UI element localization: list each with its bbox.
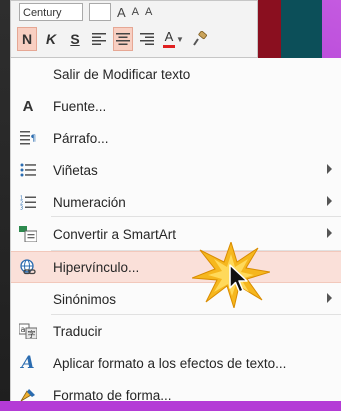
menu-item-hyperlink[interactable]: Hipervínculo...: [11, 251, 341, 283]
svg-text:字: 字: [28, 329, 36, 339]
svg-text:3: 3: [20, 205, 23, 210]
font-size-box[interactable]: [89, 3, 111, 21]
smartart-icon-svg: [19, 226, 37, 242]
toolbar-row-font: Century A A A: [19, 1, 152, 23]
bullets-icon-svg: [20, 163, 36, 177]
menu-item-bullets[interactable]: Viñetas: [11, 154, 341, 186]
menu-item-text-effects[interactable]: A Aplicar formato a los efectos de texto…: [11, 347, 341, 379]
format-shape-icon: [11, 379, 45, 411]
align-right-icon: [140, 33, 154, 45]
menu-item-synonyms[interactable]: Sinónimos: [11, 283, 341, 315]
menu-item-exit-edit-text[interactable]: Salir de Modificar texto: [11, 58, 341, 90]
context-menu: Salir de Modificar texto A Fuente... ¶ P…: [10, 58, 341, 403]
mini-toolbar: Century A A A N K S A ▼: [10, 0, 258, 58]
submenu-arrow-icon: [327, 228, 332, 238]
font-color-swatch: [163, 44, 175, 48]
submenu-arrow-icon: [327, 293, 332, 303]
menu-item-label: Convertir a SmartArt: [53, 226, 177, 242]
submenu-arrow-icon: [327, 164, 332, 174]
grow-font-icon[interactable]: A: [117, 5, 126, 20]
bullets-icon: [11, 154, 45, 186]
menu-item-label: Aplicar formato a los efectos de texto..…: [53, 355, 287, 371]
hyperlink-icon-svg: [20, 259, 36, 275]
menu-item-translate[interactable]: a 字 Traducir: [11, 315, 341, 347]
menu-item-label: Fuente...: [53, 98, 107, 114]
font-color-letter: A: [164, 28, 174, 44]
clear-format-icon[interactable]: A: [145, 6, 152, 18]
menu-icon-cell: [11, 283, 45, 315]
svg-text:a: a: [21, 325, 26, 334]
numbering-icon-svg: 1 2 3: [20, 195, 36, 210]
menu-item-label: Traducir: [53, 323, 103, 339]
underline-button[interactable]: S: [65, 27, 85, 51]
numbering-icon: 1 2 3: [11, 186, 45, 218]
menu-item-smartart[interactable]: Convertir a SmartArt: [11, 218, 341, 250]
menu-item-font[interactable]: A Fuente...: [11, 90, 341, 122]
font-icon: A: [11, 90, 45, 122]
mouse-cursor-icon: [229, 264, 248, 293]
shrink-font-icon[interactable]: A: [132, 6, 139, 18]
chevron-down-icon[interactable]: ▼: [176, 35, 184, 44]
font-color-button[interactable]: A ▼: [161, 27, 186, 51]
align-right-button[interactable]: [137, 27, 157, 51]
text-effects-glyph: A: [21, 353, 35, 373]
slide-shape-red: [255, 0, 281, 58]
translate-icon: a 字: [11, 315, 45, 347]
menu-item-label: Numeración: [53, 194, 126, 210]
menu-item-label: Hipervínculo...: [53, 259, 140, 275]
paragraph-icon-svg: ¶: [20, 131, 36, 145]
font-icon-glyph: A: [22, 97, 34, 115]
align-center-button[interactable]: [113, 27, 133, 51]
text-effects-icon: A: [11, 347, 45, 379]
paragraph-icon: ¶: [11, 122, 45, 154]
menu-item-paragraph[interactable]: ¶ Párrafo...: [11, 122, 341, 154]
menu-separator: [51, 216, 341, 217]
format-painter-icon: [193, 31, 207, 46]
menu-item-label: Viñetas: [53, 162, 98, 178]
slide-shape-teal: [281, 0, 322, 58]
menu-item-label: Salir de Modificar texto: [53, 66, 191, 82]
font-name-box[interactable]: Century: [19, 3, 83, 21]
svg-text:¶: ¶: [31, 134, 37, 144]
align-left-icon: [92, 33, 106, 45]
menu-item-label: Formato de forma...: [53, 387, 172, 403]
menu-item-numbering[interactable]: 1 2 3 Numeración: [11, 186, 341, 218]
toolbar-row-format: N K S A ▼: [17, 25, 210, 53]
menu-item-format-shape[interactable]: Formato de forma...: [11, 379, 341, 411]
align-center-icon: [116, 33, 130, 45]
menu-icon-cell: [11, 58, 45, 90]
submenu-arrow-icon: [327, 196, 332, 206]
smartart-icon: [11, 218, 45, 250]
menu-item-label: Sinónimos: [53, 291, 117, 307]
font-color-icon: A: [163, 28, 175, 48]
format-painter-button[interactable]: [190, 27, 210, 51]
align-left-button[interactable]: [89, 27, 109, 51]
italic-button[interactable]: K: [41, 27, 61, 51]
hyperlink-icon: [11, 251, 45, 283]
bold-button[interactable]: N: [17, 27, 37, 51]
menu-item-label: Párrafo...: [53, 130, 109, 146]
slide-edge: [0, 0, 10, 401]
translate-icon-svg: a 字: [19, 323, 37, 339]
